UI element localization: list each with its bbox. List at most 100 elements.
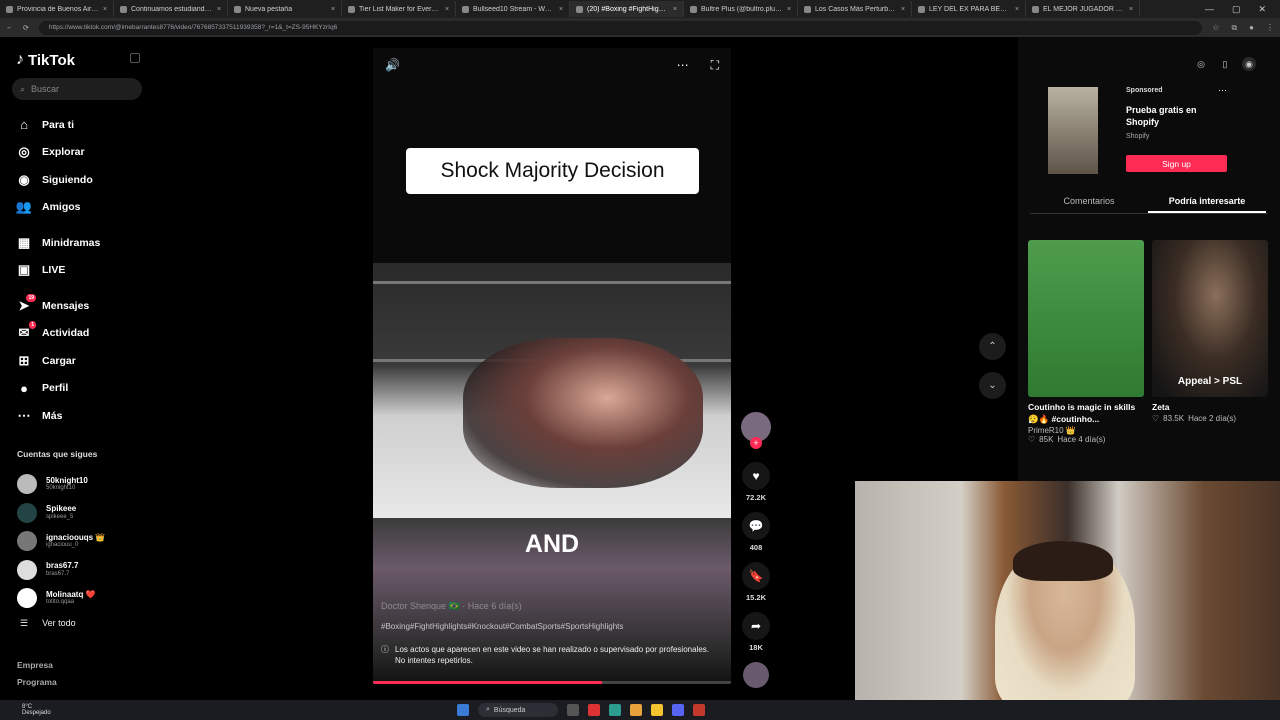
sidebar-item[interactable]: ➤ 19 Mensajes bbox=[16, 292, 146, 320]
close-window-icon[interactable]: ✕ bbox=[1258, 4, 1266, 15]
opera-icon[interactable] bbox=[693, 704, 705, 716]
close-tab-icon[interactable]: × bbox=[445, 6, 449, 13]
right-tab[interactable]: Podría interesarte bbox=[1148, 190, 1266, 213]
followed-account[interactable]: bras67.7 bras67.7 bbox=[17, 556, 142, 585]
close-tab-icon[interactable]: × bbox=[787, 6, 791, 13]
close-tab-icon[interactable]: × bbox=[217, 6, 221, 13]
avatar bbox=[17, 531, 37, 552]
user-avatar[interactable]: ◉ bbox=[1242, 57, 1256, 71]
browser-tab[interactable]: (20) #Boxing #FightHighli... × bbox=[570, 1, 684, 17]
browser-tab[interactable]: Continuamos estudiando – Pl... × bbox=[114, 1, 228, 17]
task-view-icon[interactable] bbox=[567, 704, 579, 716]
profile-avatar-icon[interactable]: ● bbox=[1249, 23, 1254, 33]
close-tab-icon[interactable]: × bbox=[901, 6, 905, 13]
fullscreen-icon[interactable]: ⛶ bbox=[711, 58, 719, 73]
live-icon: ▣ bbox=[17, 262, 31, 278]
edge-icon[interactable] bbox=[609, 704, 621, 716]
video-player[interactable]: 🔊 ⋯ ⛶ Shock Majority Decision AND Doctor… bbox=[373, 48, 731, 684]
close-tab-icon[interactable]: × bbox=[559, 6, 563, 13]
share-button[interactable]: ➦ 18K bbox=[742, 612, 770, 652]
comment-button[interactable]: 💬 408 bbox=[742, 512, 770, 552]
sidebar-item[interactable]: ◎ Explorar bbox=[16, 139, 146, 167]
star-icon[interactable]: ☆ bbox=[1212, 23, 1219, 33]
maximize-icon[interactable]: ▢ bbox=[1232, 4, 1241, 15]
sidebar-item-label: Amigos bbox=[42, 201, 81, 214]
extensions-icon[interactable]: ⧉ bbox=[1231, 23, 1237, 33]
discord-icon[interactable] bbox=[672, 704, 684, 716]
followed-account[interactable]: Molinaatq ❤️ totito.qqaa bbox=[17, 584, 142, 613]
collapse-sidebar-icon[interactable] bbox=[130, 53, 140, 63]
sidebar-item[interactable]: ▣ LIVE bbox=[16, 257, 146, 285]
video-author[interactable]: Doctor Shenque 🇧🇷 · Hace 6 día(s) bbox=[381, 601, 522, 612]
followed-account[interactable]: ignacioouqs 👑 ignaciouu_0 bbox=[17, 527, 142, 556]
start-icon[interactable] bbox=[457, 704, 469, 716]
sidebar-item[interactable]: ◉ Siguiendo bbox=[16, 166, 146, 194]
creator-avatar[interactable]: + bbox=[741, 412, 771, 449]
card-author[interactable]: PrimeR10 👑 bbox=[1028, 426, 1144, 435]
minimize-icon[interactable]: — bbox=[1205, 4, 1214, 15]
close-tab-icon[interactable]: × bbox=[103, 6, 107, 13]
followed-account[interactable]: 50knight10 50knight10 bbox=[17, 470, 142, 499]
sound-avatar[interactable] bbox=[743, 662, 769, 688]
compass-icon[interactable]: ◎ bbox=[1194, 57, 1208, 71]
back-icon[interactable]: ← bbox=[6, 24, 13, 31]
browser-tab[interactable]: Bultre Plus (@bultro.plus) | TikT... × bbox=[684, 1, 798, 17]
app-icon[interactable] bbox=[588, 704, 600, 716]
recommended-video-card[interactable]: Appeal > PSL Zeta ♡ 83.5K Hace 2 día(s) bbox=[1152, 240, 1268, 444]
url-field[interactable]: https://www.tiktok.com/@imebarrantes8776… bbox=[38, 20, 1203, 35]
close-tab-icon[interactable]: × bbox=[673, 6, 677, 13]
browser-tab[interactable]: Tier List Maker for Everything × bbox=[342, 1, 456, 17]
follow-plus-icon[interactable]: + bbox=[750, 437, 762, 449]
search-input[interactable]: ⌕ Buscar bbox=[12, 78, 142, 100]
sidebar-item[interactable]: ● Perfil bbox=[16, 375, 146, 403]
footer-link[interactable]: Programa bbox=[17, 674, 57, 691]
signup-button[interactable]: Sign up bbox=[1126, 155, 1227, 172]
chrome-icon[interactable] bbox=[630, 704, 642, 716]
close-tab-icon[interactable]: × bbox=[331, 6, 335, 13]
taskbar-search[interactable]: ⌕ Búsqueda bbox=[478, 703, 558, 717]
close-tab-icon[interactable]: × bbox=[1129, 6, 1133, 13]
favicon-icon bbox=[576, 5, 583, 13]
browser-tab[interactable]: Provincia de Buenos Aires | × bbox=[0, 1, 114, 17]
video-hashtags[interactable]: #Boxing#FightHighlights#Knockout#CombatS… bbox=[381, 622, 623, 631]
favicon-icon bbox=[690, 5, 697, 13]
video-progress-bar[interactable] bbox=[373, 681, 731, 684]
footer-link[interactable]: Empresa bbox=[17, 657, 57, 674]
browser-tab[interactable]: Bullseed10 Stream - Watch Liv... × bbox=[456, 1, 570, 17]
followed-account[interactable]: Spikeee spikeee_5 bbox=[17, 499, 142, 528]
browser-tab[interactable]: EL MEJOR JUGADOR ACTUAL d... × bbox=[1026, 1, 1140, 17]
ad-options-icon[interactable]: ⋯ bbox=[1218, 85, 1227, 96]
sidebar-item[interactable]: 👥 Amigos bbox=[16, 194, 146, 222]
reload-icon[interactable]: ⟳ bbox=[23, 24, 29, 32]
more-icon: ⋯ bbox=[17, 407, 31, 423]
more-options-icon[interactable]: ⋯ bbox=[677, 58, 689, 73]
browser-tab[interactable]: LEY DEL EX PARA BELMONTE Y... × bbox=[912, 1, 1026, 17]
close-tab-icon[interactable]: × bbox=[1015, 6, 1019, 13]
sidebar-item[interactable]: ✉ 1 Actividad bbox=[16, 320, 146, 348]
like-button[interactable]: ♥ 72.2K bbox=[742, 462, 770, 502]
menu-icon[interactable]: ⋮ bbox=[1266, 23, 1274, 33]
previous-video-button[interactable]: ⌃ bbox=[979, 333, 1006, 360]
volume-icon[interactable]: 🔊 bbox=[385, 58, 400, 73]
sponsored-ad[interactable]: Sponsored ⋯ Prueba gratis en Shopify Sho… bbox=[1030, 85, 1268, 175]
next-video-button[interactable]: ⌄ bbox=[979, 372, 1006, 399]
send-icon: ➤ 19 bbox=[18, 293, 36, 313]
browser-tab[interactable]: Los Casos Más Perturbadores d... × bbox=[798, 1, 912, 17]
tiktok-logo[interactable]: ♪ TikTok bbox=[16, 51, 75, 69]
video-thumbnail[interactable] bbox=[1028, 240, 1144, 397]
recommended-video-card[interactable]: Coutinho is magic in skills 😮‍💨🔥 #coutin… bbox=[1028, 240, 1144, 444]
sidebar-item[interactable]: ⊞ Cargar bbox=[16, 347, 146, 375]
weather-widget[interactable]: 8°C Despejado bbox=[22, 704, 51, 717]
right-tab[interactable]: Comentarios bbox=[1030, 190, 1148, 213]
browser-tab[interactable]: Nueva pestaña × bbox=[228, 1, 342, 17]
video-thumbnail[interactable]: Appeal > PSL bbox=[1152, 240, 1268, 397]
sidebar-item[interactable]: ⌂ Para ti bbox=[16, 111, 146, 139]
sidebar-item[interactable]: ⋯ Más bbox=[16, 402, 146, 430]
see-all-link[interactable]: ☰ Ver todo bbox=[20, 618, 76, 629]
ad-thumbnail[interactable] bbox=[1048, 87, 1098, 174]
sidebar-item[interactable]: ▦ Minidramas bbox=[16, 229, 146, 257]
phone-icon[interactable]: ▯ bbox=[1218, 57, 1232, 71]
save-button[interactable]: 🔖 15.2K bbox=[742, 562, 770, 602]
recommended-videos: Coutinho is magic in skills 😮‍💨🔥 #coutin… bbox=[1028, 240, 1274, 444]
folder-icon[interactable] bbox=[651, 704, 663, 716]
